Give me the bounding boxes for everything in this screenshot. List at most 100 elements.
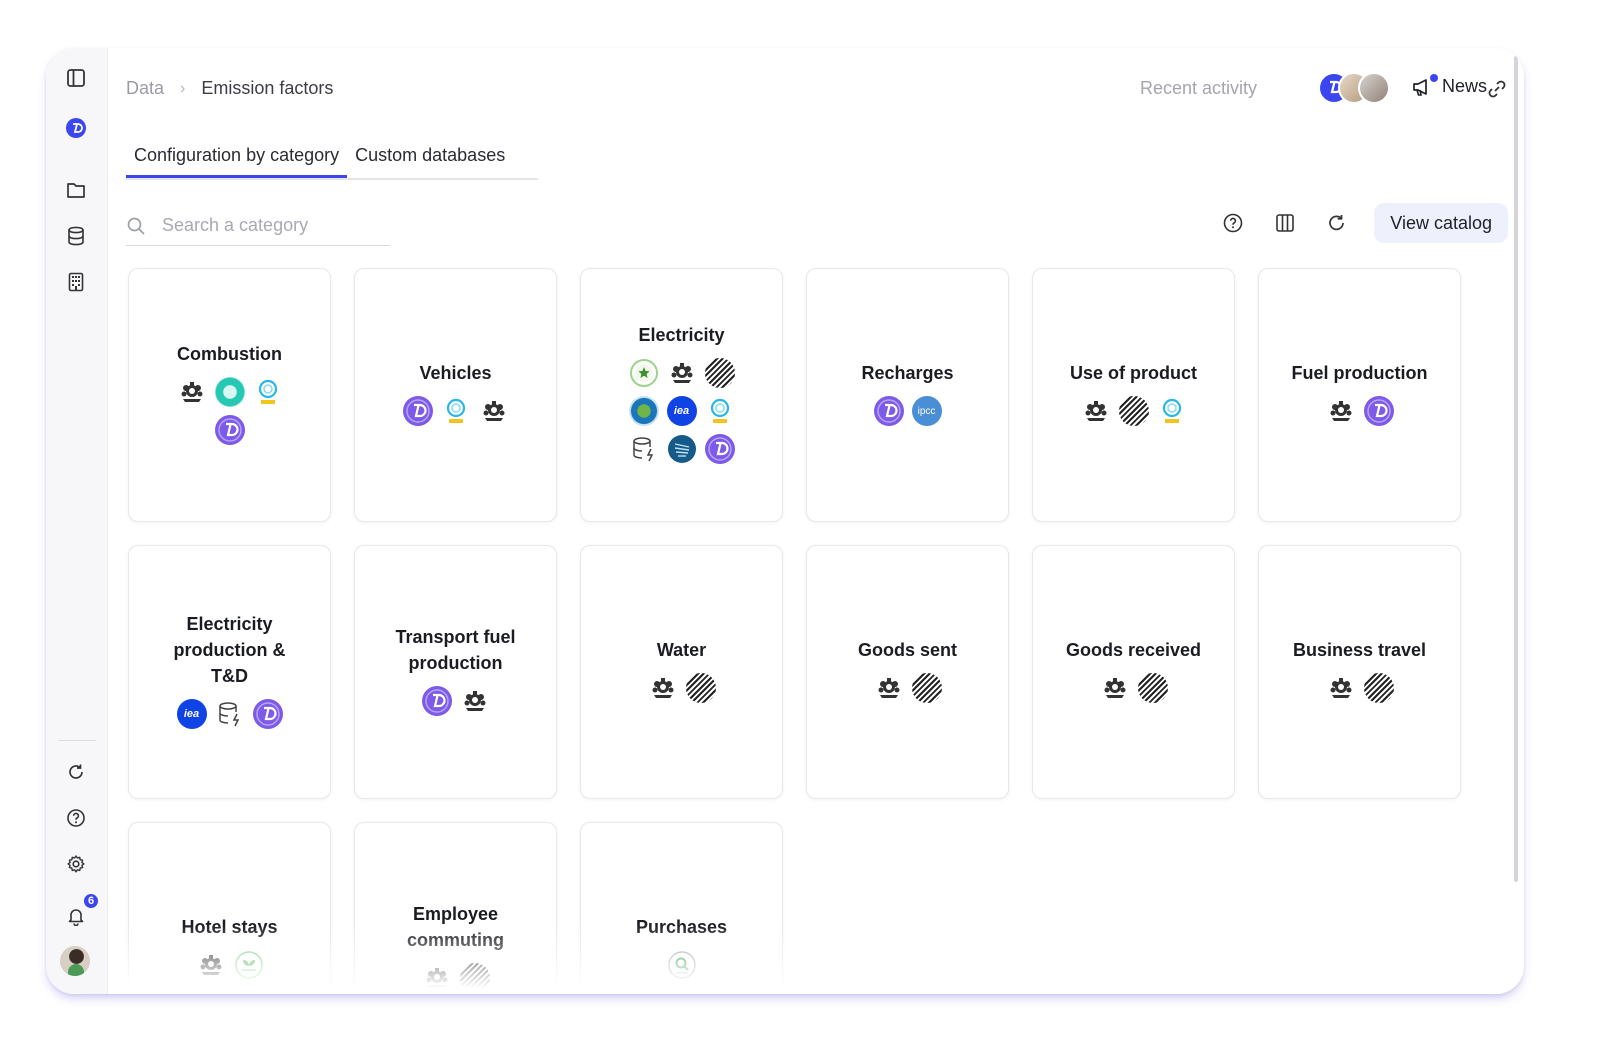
sidebar: 6 — [46, 48, 108, 994]
category-card[interactable]: Goods sent — [806, 545, 1009, 799]
search-field — [126, 206, 390, 246]
columns-icon[interactable] — [1270, 208, 1300, 238]
breadcrumb-current: Emission factors — [201, 78, 334, 98]
category-card[interactable]: Recharges ipcc — [806, 268, 1009, 522]
source-logos — [396, 392, 516, 430]
category-title: Electricity — [638, 325, 725, 345]
epa-logo-icon — [628, 396, 659, 426]
uk-gov-crest-icon — [648, 673, 678, 703]
tab-bar: Configuration by category Custom databas… — [126, 142, 538, 180]
star-logo-icon — [628, 358, 659, 388]
user-avatar[interactable] — [60, 946, 90, 976]
category-card[interactable]: Transport fuel production — [354, 545, 557, 799]
avatar-group[interactable] — [1318, 72, 1398, 106]
uk-gov-crest-icon — [1081, 396, 1111, 426]
blue-feather-icon — [666, 434, 697, 464]
category-card[interactable]: Use of product — [1032, 268, 1235, 522]
uk-gov-crest-icon — [874, 673, 904, 703]
source-logos — [170, 946, 290, 984]
source-logos: iea — [170, 695, 290, 733]
category-card[interactable]: Vehicles — [354, 268, 557, 522]
teal-ring-icon — [214, 377, 245, 407]
category-card[interactable]: Electricity iea — [580, 268, 783, 522]
category-card[interactable]: Purchases — [580, 822, 783, 994]
building-icon[interactable] — [64, 270, 88, 294]
source-logos: iea — [622, 354, 742, 468]
source-logos — [622, 669, 742, 707]
category-title: Goods sent — [857, 640, 957, 660]
category-card[interactable]: Fuel production — [1258, 268, 1461, 522]
source-logos: ipcc — [848, 392, 968, 430]
category-title: Recharges — [861, 363, 954, 383]
scrollbar[interactable] — [1514, 56, 1518, 882]
refresh-icon[interactable] — [1322, 208, 1352, 238]
main-content: Data › Emission factors Recent activity … — [108, 48, 1524, 994]
d-logo-icon — [421, 686, 452, 716]
app-window: 6 Data › Emission factors Recent activit… — [46, 48, 1524, 994]
category-title: Goods received — [1065, 640, 1202, 660]
source-logos — [1074, 669, 1194, 707]
category-title: Vehicles — [419, 363, 492, 383]
category-title: Transport fuel production — [395, 627, 516, 673]
category-title: Electricity production & T&D — [173, 614, 286, 686]
help-circle-icon[interactable] — [1218, 208, 1248, 238]
category-title: Employee commuting — [407, 904, 504, 950]
d-logo-icon — [704, 434, 735, 464]
database-icon — [629, 434, 659, 464]
app-logo-icon[interactable] — [64, 116, 88, 140]
category-title: Combustion — [177, 344, 282, 364]
tab-custom-databases[interactable]: Custom databases — [347, 142, 513, 178]
folder-icon[interactable] — [64, 178, 88, 202]
category-title: Business travel — [1292, 640, 1427, 660]
breadcrumb-data-link[interactable]: Data — [126, 78, 164, 99]
source-logos — [1300, 669, 1420, 707]
stripe-globe-icon — [704, 358, 735, 388]
help-icon[interactable] — [64, 806, 88, 830]
news-button[interactable]: News — [1412, 74, 1487, 97]
refresh-icon[interactable] — [64, 760, 88, 784]
d-logo-icon — [1363, 396, 1394, 426]
d-logo-icon — [402, 396, 433, 426]
ipcc-logo-icon: ipcc — [911, 396, 942, 426]
d-logo-icon — [214, 415, 245, 445]
category-card[interactable]: Hotel stays — [128, 822, 331, 994]
sidebar-toggle-icon[interactable] — [64, 66, 88, 90]
search-icon — [127, 217, 145, 235]
uk-gov-crest-icon — [177, 377, 207, 407]
stripe-globe-icon — [1137, 673, 1168, 703]
category-card[interactable]: Employee commuting — [354, 822, 557, 994]
view-catalog-button[interactable]: View catalog — [1374, 203, 1508, 243]
stripe-globe-icon — [459, 963, 490, 993]
uk-gov-crest-icon — [479, 396, 509, 426]
category-card[interactable]: Combustion — [128, 268, 331, 522]
stripe-globe-icon — [1363, 673, 1394, 703]
source-logos — [170, 373, 290, 449]
stripe-globe-icon — [1118, 396, 1149, 426]
category-card[interactable]: Water — [580, 545, 783, 799]
settings-gear-icon[interactable] — [64, 852, 88, 876]
category-title: Use of product — [1069, 363, 1197, 383]
source-logos — [622, 946, 742, 984]
link-icon[interactable] — [1486, 78, 1508, 105]
magnifier-logo-icon — [666, 950, 697, 980]
uk-gov-crest-icon — [196, 950, 226, 980]
recent-activity-link[interactable]: Recent activity — [1140, 78, 1257, 99]
greenview-logo-icon — [233, 950, 264, 980]
iea-logo-icon: iea — [176, 699, 207, 729]
category-title: Purchases — [635, 917, 728, 937]
database-icon[interactable] — [64, 224, 88, 248]
avatar-user-3 — [1358, 72, 1390, 104]
category-card[interactable]: Goods received — [1032, 545, 1235, 799]
category-card[interactable]: Business travel — [1258, 545, 1461, 799]
database-icon — [215, 699, 245, 729]
search-input[interactable] — [162, 215, 362, 236]
c-logo-icon — [252, 377, 283, 407]
c-logo-icon — [440, 396, 471, 426]
category-title: Hotel stays — [181, 917, 278, 937]
news-unread-dot — [1430, 74, 1438, 82]
iea-logo-icon: iea — [666, 396, 697, 426]
tab-configuration-by-category[interactable]: Configuration by category — [126, 142, 348, 178]
category-card[interactable]: Electricity production & T&D iea — [128, 545, 331, 799]
notification-badge: 6 — [82, 892, 100, 910]
uk-gov-crest-icon — [1326, 396, 1356, 426]
